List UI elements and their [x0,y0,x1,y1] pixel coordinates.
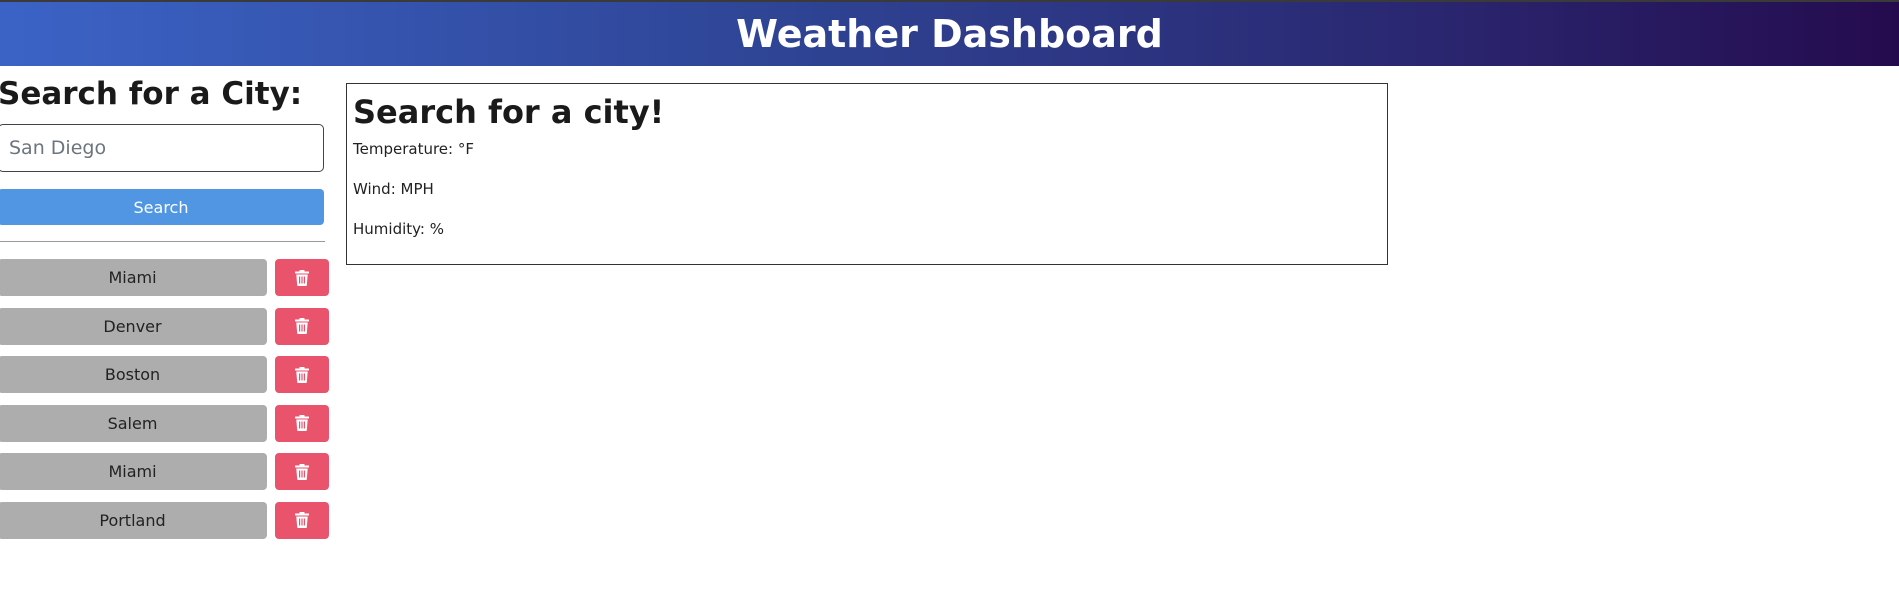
history-city-button[interactable]: Miami [0,259,267,296]
history-city-button[interactable]: Portland [0,501,267,539]
trash-icon [295,366,309,383]
delete-history-button[interactable] [275,404,329,442]
delete-history-button[interactable] [275,307,329,345]
wind-text: Wind: MPH [353,180,434,198]
trash-icon [295,463,309,480]
sidebar-divider [0,241,325,242]
temperature-text: Temperature: °F [353,140,474,158]
trash-icon [295,512,309,528]
history-city-button[interactable]: Denver [0,307,267,345]
history-city-button[interactable]: Boston [0,356,267,393]
history-city-button[interactable]: Miami [0,453,267,490]
search-button[interactable]: Search [0,189,324,225]
current-weather-card: Search for a city! Temperature: °F Wind:… [346,83,1388,265]
trash-icon [295,318,309,334]
delete-history-button[interactable] [275,356,329,393]
search-heading: Search for a City: [0,76,303,112]
history-city-button[interactable]: Salem [0,404,267,442]
current-city-title: Search for a city! [353,93,665,131]
delete-history-button[interactable] [275,501,329,539]
trash-icon [295,269,309,286]
delete-history-button[interactable] [275,453,329,490]
page-title: Weather Dashboard [736,12,1163,56]
trash-icon [295,415,309,431]
city-search-input[interactable] [0,124,324,172]
app-header: Weather Dashboard [0,0,1899,66]
delete-history-button[interactable] [275,259,329,296]
humidity-text: Humidity: % [353,220,444,238]
